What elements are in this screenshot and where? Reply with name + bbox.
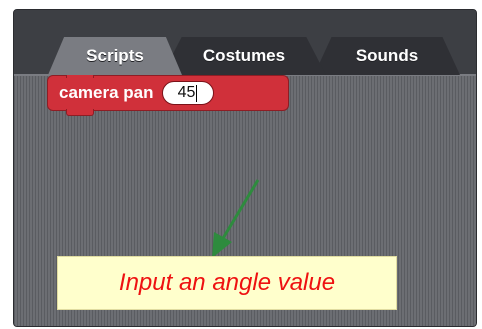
tab-sounds-label: Sounds — [355, 46, 419, 65]
angle-input[interactable]: 45 — [161, 81, 214, 105]
tab-scripts-label: Scripts — [86, 46, 144, 65]
tab-costumes[interactable]: Costumes — [162, 37, 326, 75]
tab-costumes-label: Costumes — [202, 46, 286, 65]
text-caret — [196, 84, 198, 102]
camera-pan-block[interactable]: camera pan 45 — [47, 71, 289, 116]
angle-input-value: 45 — [177, 84, 196, 101]
tab-bar: Scripts Costumes Sounds — [14, 10, 476, 75]
callout-text: Input an angle value — [118, 269, 336, 296]
tab-sounds[interactable]: Sounds — [314, 37, 460, 75]
tab-scripts[interactable]: Scripts — [48, 37, 182, 75]
callout-box: Input an angle value — [57, 256, 397, 310]
block-label: camera pan — [59, 83, 154, 102]
